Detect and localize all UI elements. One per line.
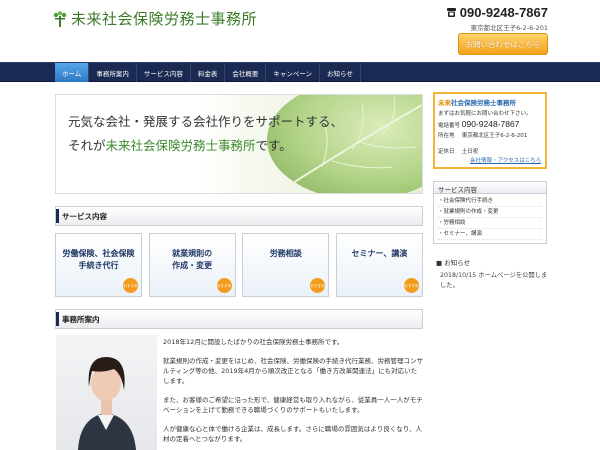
notice-item[interactable]: 2018/10/15 ホームページを公開しました。 [440,271,550,291]
sidebar-service-link[interactable]: 就業規則の作成・変更 [438,207,542,218]
nav-item-news[interactable]: お知らせ [320,63,361,82]
sidebar-office-name: 未来社会保険労務士事務所 [438,97,516,107]
office-description: 2018年12月に開設したばかりの社会保険労務士事務所です。 就業規則の作成・変… [163,337,423,450]
hero-line2-highlight: 未来社会保険労務士事務所 [105,138,256,153]
sidebar-access-link[interactable]: 会社情報・アクセスはこちら [470,156,541,164]
card-line1: セミナー、講演 [351,249,408,258]
sidebar-tel-row: 電話番号 090-9248-7867 [438,119,519,129]
sidebar-services-list: 社会保険代行手続き 就業規則の作成・変更 労務相談 セミナー、講演 [434,194,546,242]
service-card-title: セミナー、講演 [337,248,422,260]
staff-photo [56,335,157,450]
sidebar-tel-number[interactable]: 090-9248-7867 [462,119,520,129]
service-card-title: 労務相談 [243,248,328,260]
hero-line2-prefix: それが [68,138,106,153]
sidebar-address-label: 所在地 [438,133,455,139]
heading-accent-bar [56,312,59,326]
service-card-title: 就業規則の作成・変更 [150,248,235,272]
office-paragraph: 2018年12月に開設したばかりの社会保険労務士事務所です。 [163,338,344,346]
hero-banner: 元気な会社・発展する会社作りをサポートする、 それが未来社会保険労務士事務所です… [55,94,423,194]
hero-line2-suffix: です。 [255,138,292,153]
office-paragraph: 就業規則の作成・変更をはじめ、社会保険、労働保険の手続き代行業務、労務管理コンサ… [163,357,423,385]
header-tel-number[interactable]: 090-9248-7867 [460,5,548,20]
card-line2: 手続き代行 [78,261,119,270]
sidebar-name-rest: 社会保険労務士事務所 [451,99,516,107]
office-heading: 事務所案内 [55,309,423,329]
service-card-consulting[interactable]: 労務相談 おすすめ [242,233,330,297]
card-line2: 作成・変更 [172,261,213,270]
sidebar-contact-box: 未来社会保険労務士事務所 まずはお気軽にお問い合わせ下さい。 電話番号 090-… [433,92,547,169]
office-paragraph: また、お客様のご希望に沿った形で、健康経営も取り入れながら、従業員一人一人がモチ… [163,396,423,414]
services-heading-title: サービス内容 [62,212,107,221]
site-logo[interactable]: 未来社会保険労務士事務所 [53,8,257,29]
nav-item-fees[interactable]: 料金表 [191,63,226,82]
sidebar-holiday-label: 定休日 [438,149,455,155]
bullet-icon: ■ [436,259,445,267]
service-cards: 労働保険、社会保険 手続き代行 おすすめ 就業規則の作成・変更 おすすめ 労務相談… [55,233,423,297]
phone-icon [446,8,456,17]
header-contact-info: 090-9248-7867 東京都北区王子6-2-6-201 [446,5,548,32]
service-card-title: 労働保険、社会保険 手続き代行 [56,248,141,272]
recommend-badge: おすすめ [123,278,138,293]
sidebar-services-box: サービス内容 社会保険代行手続き 就業規則の作成・変更 労務相談 セミナー、講演 [433,181,547,244]
site-title: 未来社会保険労務士事務所 [71,10,258,28]
sidebar-tel-label: 電話番号 [438,123,461,129]
nav-item-campaign[interactable]: キャンペーン [266,63,320,82]
hero-headline-1: 元気な会社・発展する会社作りをサポートする、 [68,114,344,129]
recommend-badge: おすすめ [216,278,232,293]
card-line1: 労働保険、社会保険 [62,249,135,258]
sidebar-services-title: サービス内容 [434,182,546,194]
service-card-rules[interactable]: 就業規則の作成・変更 おすすめ [148,233,236,297]
office-paragraph: 人が健康な心と体で働ける企業は、成長します。さらに職場の雰囲気はより良くなり、人… [163,425,422,443]
nav-item-company[interactable]: 会社概要 [225,63,267,82]
recommend-badge: おすすめ [403,278,419,293]
global-nav: ホーム 事務所案内 サービス内容 料金表 会社概要 キャンペーン お知らせ [0,62,600,82]
sidebar-service-link[interactable]: セミナー、講演 [438,229,542,240]
sidebar-name-prefix: 未来 [438,99,451,107]
nav-item-home[interactable]: ホーム [55,63,90,82]
nav-item-office[interactable]: 事務所案内 [89,63,137,82]
service-card-insurance[interactable]: 労働保険、社会保険 手続き代行 おすすめ [55,233,142,297]
notices-title-text: お知らせ [444,259,471,267]
sidebar-service-link[interactable]: 社会保険代行手続き [438,196,542,207]
header-address: 東京都北区王子6-2-6-201 [470,24,548,32]
recommend-badge: おすすめ [310,278,326,293]
sidebar-holiday-row: 定休日 土日祝 [438,147,478,155]
sidebar-intro: まずはお気軽にお問い合わせ下さい。 [438,111,532,117]
card-line1: 労務相談 [269,249,302,258]
person-portrait-icon [78,357,136,450]
office-heading-title: 事務所案内 [62,315,100,324]
sidebar-service-link[interactable]: 労務相談 [438,218,542,229]
nav-item-services[interactable]: サービス内容 [137,63,191,82]
tree-logo-icon [53,10,67,27]
services-heading: サービス内容 [55,206,423,226]
hero-headline-2: それが未来社会保険労務士事務所です。 [68,135,292,154]
card-line1: 就業規則の [172,249,213,258]
notices-title: ■ お知らせ [436,257,470,267]
service-card-seminar[interactable]: セミナー、講演 おすすめ [335,233,423,297]
sidebar-holiday: 土日祝 [461,149,479,155]
heading-accent-bar [56,209,59,223]
sidebar-address-row: 所在地 東京都北区王子6-2-6-201 [438,131,527,139]
contact-button[interactable]: お問い合わせはこちら [458,33,548,55]
sidebar-address: 東京都北区王子6-2-6-201 [461,133,528,139]
site-header: 未来社会保険労務士事務所 090-9248-7867 東京都北区王子6-2-6-… [0,0,600,62]
